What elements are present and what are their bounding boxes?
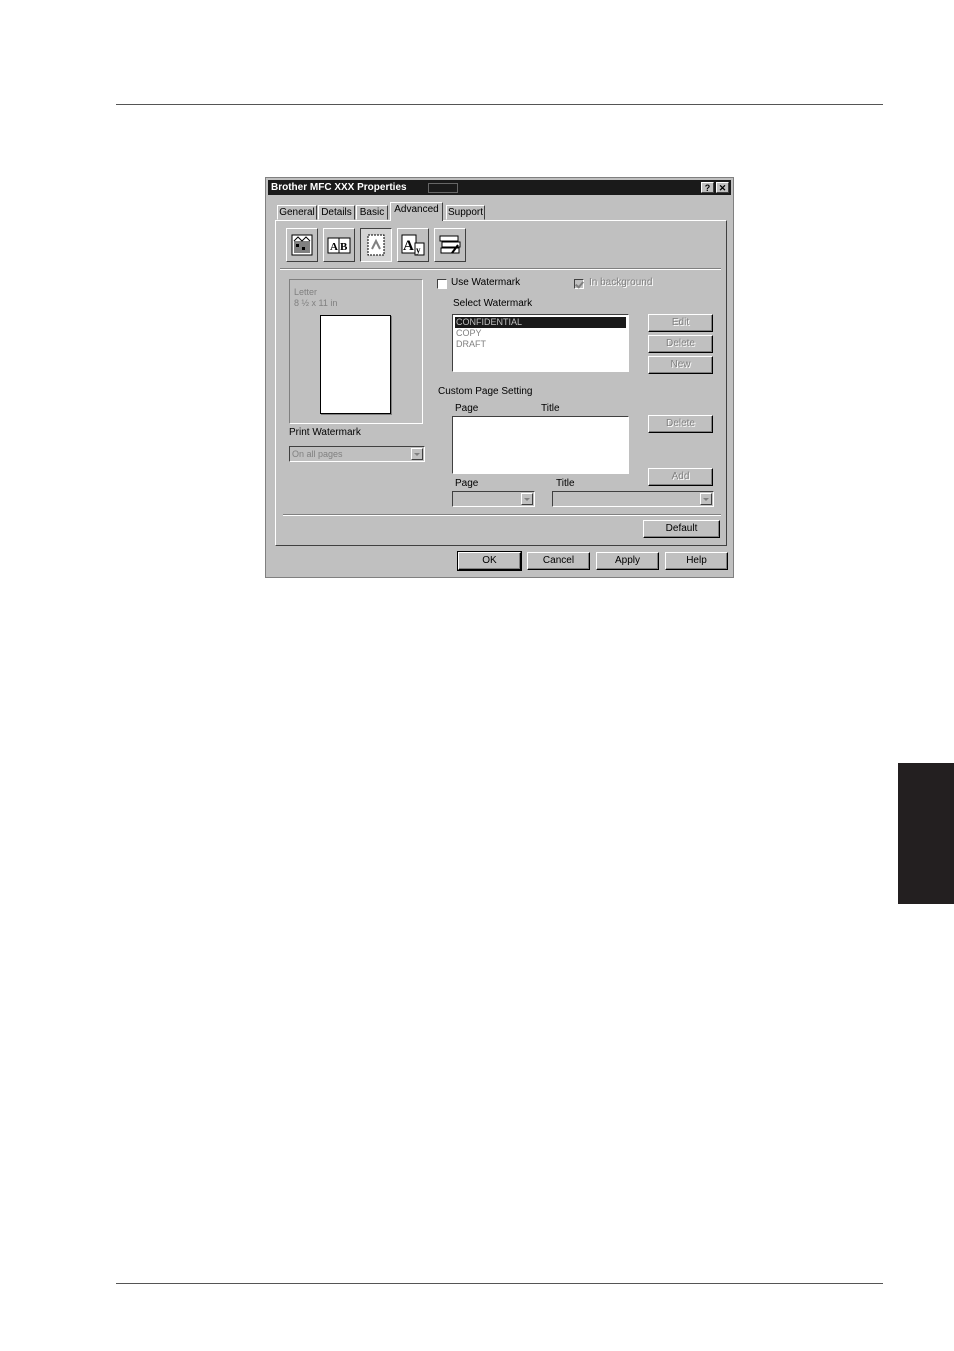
delete-watermark-button[interactable]: Delete [648, 335, 713, 353]
list-item[interactable]: CONFIDENTIAL [455, 317, 626, 328]
preview-size-label: 8 ½ x 11 in [294, 298, 338, 308]
printer-properties-dialog: Brother MFC XXX Properties ? ✕ General D… [265, 177, 734, 578]
svg-text:B: B [340, 241, 348, 253]
list-item[interactable]: COPY [455, 328, 626, 339]
delete-custom-page-button[interactable]: Delete [648, 415, 713, 433]
font-icon: A y [401, 234, 425, 256]
device-options-icon [439, 235, 461, 254]
print-watermark-select[interactable]: On all pages [289, 446, 425, 462]
custom-page-list[interactable] [452, 416, 629, 474]
cancel-button[interactable]: Cancel [527, 552, 590, 570]
header-rule [116, 104, 883, 105]
dialog-title: Brother MFC XXX Properties [271, 182, 407, 193]
title-select[interactable] [552, 491, 714, 507]
svg-text:y: y [416, 245, 421, 255]
tab-general[interactable]: General [277, 205, 317, 220]
watermark-icon [367, 234, 385, 256]
watermark-button[interactable] [360, 228, 392, 262]
in-background-label: In background [589, 277, 653, 288]
custom-title-column-header: Title [541, 403, 560, 414]
page-select[interactable] [452, 491, 535, 507]
bottom-separator [283, 514, 721, 516]
apply-button[interactable]: Apply [596, 552, 659, 570]
custom-page-column-header: Page [455, 403, 479, 414]
close-title-button[interactable]: ✕ [716, 182, 729, 193]
chapter-thumb-tab [898, 763, 954, 904]
use-watermark-label: Use Watermark [451, 277, 521, 288]
chevron-down-icon [700, 493, 712, 505]
add-custom-page-button[interactable]: Add [648, 468, 713, 486]
list-item[interactable]: DRAFT [455, 339, 626, 350]
help-title-button[interactable]: ? [701, 182, 714, 193]
default-button[interactable]: Default [643, 520, 720, 538]
page-layout-button[interactable]: A B [323, 228, 355, 262]
tab-basic[interactable]: Basic [356, 205, 388, 220]
tab-details[interactable]: Details [318, 205, 355, 220]
title-field-label: Title [556, 478, 575, 489]
footer-rule [116, 1283, 883, 1284]
device-options-button[interactable] [434, 228, 466, 262]
preview-sheet [320, 315, 391, 414]
tab-support[interactable]: Support [446, 205, 485, 220]
edit-watermark-button[interactable]: Edit [648, 314, 713, 332]
quality-button[interactable] [286, 228, 318, 262]
print-watermark-label: Print Watermark [289, 427, 361, 438]
ok-button[interactable]: OK [457, 551, 522, 571]
print-watermark-value: On all pages [292, 449, 343, 459]
watermark-list[interactable]: CONFIDENTIAL COPY DRAFT [452, 314, 629, 372]
custom-page-setting-label: Custom Page Setting [438, 386, 533, 397]
page-preview: Letter 8 ½ x 11 in [289, 279, 423, 424]
select-watermark-label: Select Watermark [453, 298, 533, 309]
title-bar-glyph [428, 183, 458, 193]
in-background-checkbox[interactable] [574, 279, 584, 289]
chevron-down-icon [411, 448, 423, 460]
tab-advanced[interactable]: Advanced [390, 202, 443, 221]
quality-icon [291, 234, 313, 256]
chevron-down-icon [521, 493, 533, 505]
use-watermark-checkbox[interactable] [437, 279, 447, 289]
title-bar: Brother MFC XXX Properties ? ✕ [268, 180, 731, 195]
svg-text:A: A [330, 241, 338, 253]
svg-text:A: A [403, 238, 414, 254]
new-watermark-button[interactable]: New [648, 356, 713, 374]
toolbar-separator [280, 268, 721, 270]
page-layout-icon: A B [327, 237, 351, 254]
preview-paper-label: Letter [294, 287, 318, 297]
font-button[interactable]: A y [397, 228, 429, 262]
help-button[interactable]: Help [665, 552, 728, 570]
page-field-label: Page [455, 478, 479, 489]
